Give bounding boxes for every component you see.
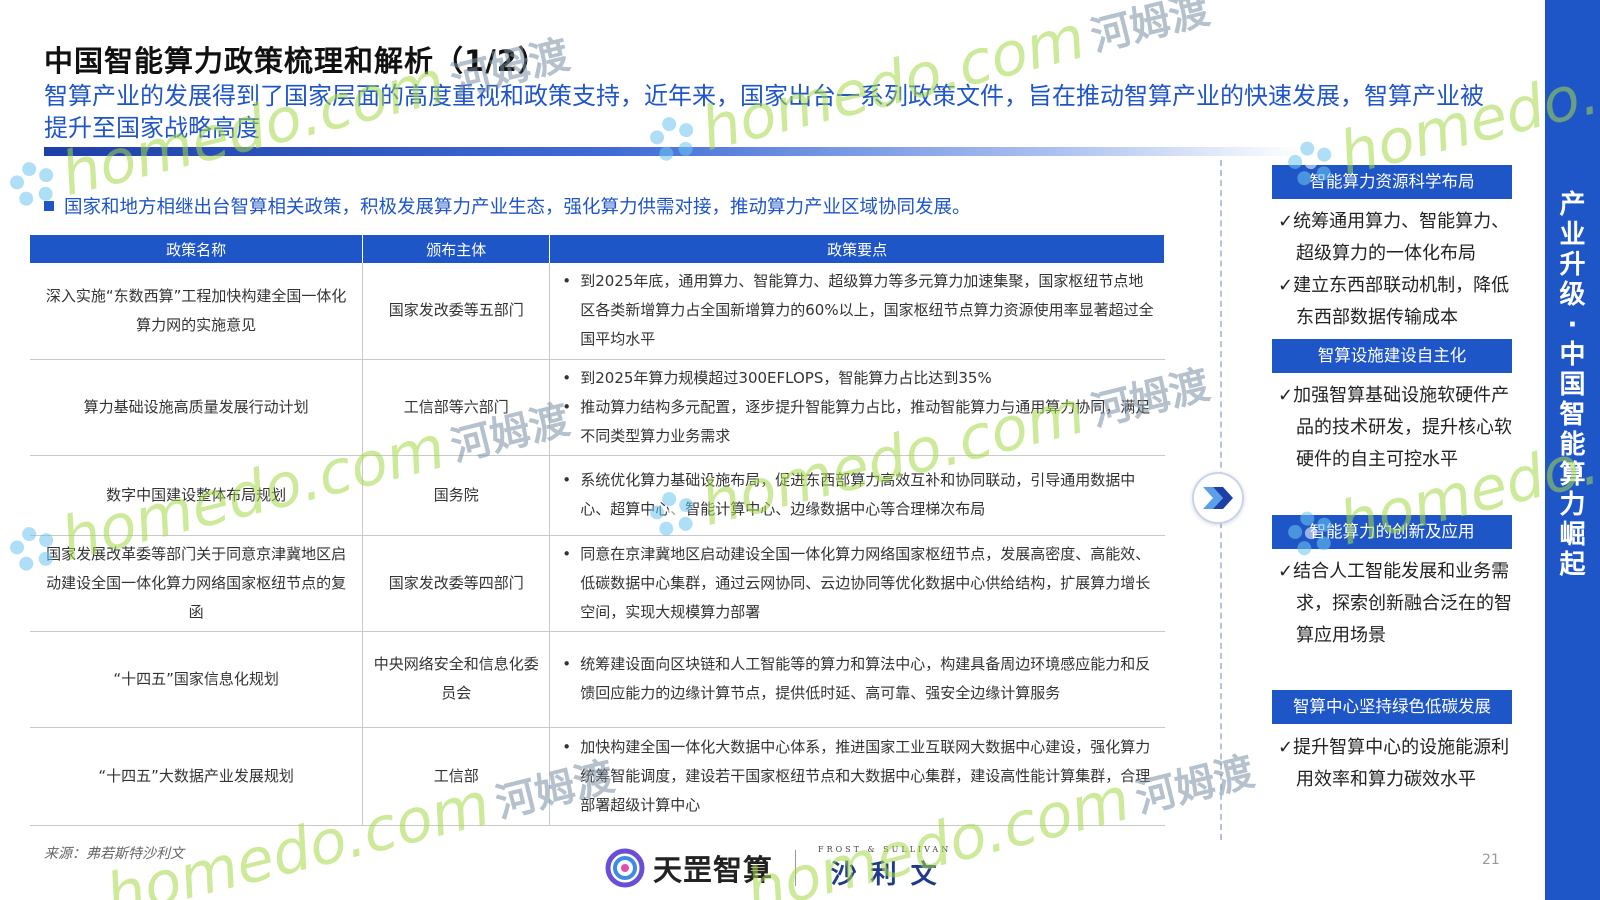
side-section-title: 智算中心坚持绿色低碳发展 [1272, 690, 1512, 724]
table-row: “十四五”大数据产业发展规划 工信部 加快构建全国一体化大数据中心体系，推进国家… [30, 727, 1165, 826]
logo-tiangang-text: 天罡智算 [653, 853, 774, 887]
title-underline [44, 147, 1304, 156]
policy-table: 政策名称 颁布主体 政策要点 深入实施“东数西算”工程加快构建全国一体化算力网的… [30, 235, 1165, 826]
policy-issuer: 中央网络安全和信息化委员会 [362, 631, 551, 728]
page-subtitle: 智算产业的发展得到了国家层面的高度重视和政策支持，近年来，国家出台一系列政策文件… [44, 82, 1484, 142]
policy-issuer: 国家发改委等五部门 [362, 263, 551, 360]
policy-point: 加快构建全国一体化大数据中心体系，推进国家工业互联网大数据中心建设，强化算力统筹… [560, 733, 1154, 820]
policy-points: 同意在京津冀地区启动建设全国一体化算力网络国家枢纽节点，发展高密度、高能效、低碳… [549, 535, 1165, 632]
table-row: 算力基础设施高质量发展行动计划 工信部等六部门 到2025年算力规模超过300E… [30, 359, 1165, 456]
right-bar-char: 业 [1559, 220, 1586, 250]
policy-point: 同意在京津冀地区启动建设全国一体化算力网络国家枢纽节点，发展高密度、高能效、低碳… [560, 540, 1154, 627]
side-item: ✓结合人工智能发展和业务需求，探索创新融合泛在的智算应用场景 [1278, 561, 1512, 646]
policy-name: 数字中国建设整体布局规划 [30, 455, 364, 536]
header-issuer: 颁布主体 [362, 235, 551, 263]
policy-points: 到2025年底，通用算力、智能算力、超级算力等多元算力加速集聚，国家枢纽节点地区… [549, 263, 1165, 360]
intro-text: 国家和地方相继出台智算相关政策，积极发展算力产业生态，强化算力供需对接，推动算力… [64, 197, 971, 218]
policy-point: 到2025年底，通用算力、智能算力、超级算力等多元算力加速集聚，国家枢纽节点地区… [560, 267, 1154, 354]
header-key-points: 政策要点 [549, 235, 1165, 263]
table-row: “十四五”国家信息化规划 中央网络安全和信息化委员会 统筹建设面向区块链和人工智… [30, 631, 1165, 728]
side-section-title: 智算设施建设自主化 [1272, 339, 1512, 373]
side-item: ✓提升智算中心的设施能源利用效率和算力碳效水平 [1278, 737, 1510, 790]
policy-point: 到2025年算力规模超过300EFLOPS，智能算力占比达到35% [560, 364, 1154, 393]
side-section-body: ✓提升智算中心的设施能源利用效率和算力碳效水平 [1278, 732, 1518, 796]
table-row: 数字中国建设整体布局规划 国务院 系统优化算力基础设施布局，促进东西部算力高效互… [30, 455, 1165, 536]
right-bar-char: 产 [1559, 190, 1586, 220]
side-section-body: ✓统筹通用算力、智能算力、超级算力的一体化布局 ✓建立东西部联动机制，降低东西部… [1278, 206, 1518, 334]
source-note: 来源：弗若斯特沙利文 [44, 846, 184, 862]
right-bar-char: 能 [1559, 430, 1586, 460]
footer-logos: 天罡智算 FROST & SULLIVAN 沙利文 [605, 844, 951, 892]
square-bullet-icon [44, 201, 54, 211]
policy-points: 系统优化算力基础设施布局，促进东西部算力高效互补和协同联动，引导通用数据中心、超… [549, 455, 1165, 536]
table-row: 国家发展改革委等部门关于同意京津冀地区启动建设全国一体化算力网络国家枢纽节点的复… [30, 535, 1165, 632]
policy-issuer: 工信部 [362, 727, 551, 826]
side-section-body: ✓结合人工智能发展和业务需求，探索创新融合泛在的智算应用场景 [1278, 556, 1518, 652]
right-bar-text: 产业升级 · 中国智能算力崛起 [1545, 190, 1600, 580]
logo-separator [795, 850, 797, 886]
right-bar-char: 中 [1559, 340, 1586, 370]
policy-points: 加快构建全国一体化大数据中心体系，推进国家工业互联网大数据中心建设，强化算力统筹… [549, 727, 1165, 826]
right-bar-char: 级 [1559, 280, 1586, 310]
right-bar-char: 崛 [1559, 520, 1586, 550]
policy-points: 统筹建设面向区块链和人工智能等的算力和算法中心，构建具备周边环境感应能力和反馈回… [549, 631, 1165, 728]
policy-name: 算力基础设施高质量发展行动计划 [30, 359, 364, 456]
right-bar-char: 智 [1559, 400, 1586, 430]
side-section-body: ✓加强智算基础设施软硬件产品的技术研发，提升核心软硬件的自主可控水平 [1278, 380, 1518, 476]
policy-issuer: 国务院 [362, 455, 551, 536]
table-header-row: 政策名称 颁布主体 政策要点 [30, 235, 1165, 263]
policy-name: “十四五”国家信息化规划 [30, 631, 364, 728]
side-section-title: 智能算力的创新及应用 [1272, 515, 1512, 549]
right-bar-char: 起 [1559, 550, 1586, 580]
page-number: 21 [1482, 852, 1500, 868]
policy-name: 国家发展改革委等部门关于同意京津冀地区启动建设全国一体化算力网络国家枢纽节点的复… [30, 535, 364, 632]
right-side-bar: 产业升级 · 中国智能算力崛起 [1545, 0, 1600, 900]
tiangang-logo-icon [605, 848, 645, 888]
side-item: ✓加强智算基础设施软硬件产品的技术研发，提升核心软硬件的自主可控水平 [1278, 385, 1512, 470]
frost-sullivan-logo: FROST & SULLIVAN 沙利文 [818, 845, 951, 891]
intro-bullet: 国家和地方相继出台智算相关政策，积极发展算力产业生态，强化算力供需对接，推动算力… [44, 193, 971, 219]
arrow-circle [1192, 472, 1244, 524]
page-title: 中国智能算力政策梳理和解析（1/2） [44, 44, 548, 78]
header-policy-name: 政策名称 [30, 235, 364, 263]
side-section-title: 智能算力资源科学布局 [1272, 165, 1512, 199]
frost-sullivan-cn: 沙利文 [830, 860, 951, 890]
policy-point: 推动算力结构多元配置，逐步提升智能算力占比，推动智能算力与通用算力协同，满足不同… [560, 393, 1154, 451]
policy-name: “十四五”大数据产业发展规划 [30, 727, 364, 826]
right-bar-char: 力 [1559, 490, 1586, 520]
policy-point: 统筹建设面向区块链和人工智能等的算力和算法中心，构建具备周边环境感应能力和反馈回… [560, 650, 1154, 708]
policy-issuer: 工信部等六部门 [362, 359, 551, 456]
side-item: ✓统筹通用算力、智能算力、超级算力的一体化布局 [1278, 211, 1510, 264]
policy-issuer: 国家发改委等四部门 [362, 535, 551, 632]
frost-sullivan-en: FROST & SULLIVAN [818, 845, 952, 854]
policy-point: 系统优化算力基础设施布局，促进东西部算力高效互补和协同联动，引导通用数据中心、超… [560, 466, 1154, 524]
policy-points: 到2025年算力规模超过300EFLOPS，智能算力占比达到35% 推动算力结构… [549, 359, 1165, 456]
right-bar-char: 国 [1559, 370, 1586, 400]
watermark-cn: 河姆渡 [1086, 0, 1215, 61]
double-chevron-right-icon [1203, 487, 1233, 509]
side-item: ✓建立东西部联动机制，降低东西部数据传输成本 [1278, 275, 1510, 328]
policy-name: 深入实施“东数西算”工程加快构建全国一体化算力网的实施意见 [30, 263, 364, 360]
right-bar-char: 升 [1559, 250, 1586, 280]
right-bar-char: 算 [1559, 460, 1586, 490]
right-bar-char: · [1567, 310, 1578, 340]
table-row: 深入实施“东数西算”工程加快构建全国一体化算力网的实施意见 国家发改委等五部门 … [30, 263, 1165, 360]
